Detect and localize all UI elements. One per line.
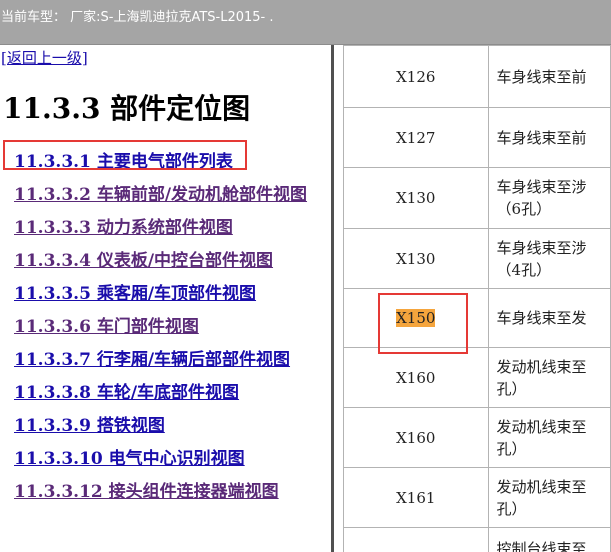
- annotation-box: [3, 140, 247, 170]
- connector-description: 车身线束至涉 （4孔）: [487, 228, 611, 289]
- toc-item: 11.3.3.7 行李厢/车辆后部部件视图: [14, 345, 307, 378]
- toc-list: 11.3.3.1 主要电气部件列表 11.3.3.2 车辆前部/发动机舱部件视图…: [14, 147, 307, 510]
- connector-code: X130: [343, 167, 489, 229]
- connector-code: X161: [343, 467, 489, 528]
- table-row: X130 车身线束至涉 （6孔）: [343, 167, 611, 229]
- toc-link-11-3-3-6[interactable]: 11.3.3.6 车门部件视图: [14, 317, 199, 337]
- connector-code: X160: [343, 407, 489, 468]
- toc-item: 11.3.3.8 车轮/车底部件视图: [14, 378, 307, 411]
- page-title: 11.3.3 部件定位图: [3, 92, 251, 125]
- connector-description: 车身线束至前: [487, 107, 611, 168]
- table-row: 控制台线束至: [343, 527, 611, 552]
- connector-code: X126: [343, 45, 489, 108]
- toc-item: 11.3.3.2 车辆前部/发动机舱部件视图: [14, 180, 307, 213]
- current-vehicle-label: 当前车型： 厂家:S-上海凯迪拉克ATS-L2015- .: [1, 10, 274, 25]
- connector-code: X160: [343, 347, 489, 408]
- toc-link-11-3-3-4[interactable]: 11.3.3.4 仪表板/中控台部件视图: [14, 251, 273, 271]
- toc-item: 11.3.3.4 仪表板/中控台部件视图: [14, 246, 307, 279]
- content-pane: X126 车身线束至前 X127 车身线束至前 X130 车身线束至涉 （6孔） …: [334, 45, 611, 552]
- toc-item: 11.3.3.10 电气中心识别视图: [14, 444, 307, 477]
- connector-code: X127: [343, 107, 489, 168]
- connector-description: 车身线束至前: [487, 45, 611, 108]
- connector-code: [343, 527, 489, 552]
- connector-description: 车身线束至涉 （6孔）: [487, 167, 611, 229]
- connector-description: 车身线束至发: [487, 288, 611, 348]
- toc-item: 11.3.3.6 车门部件视图: [14, 312, 307, 345]
- table-row: X160 发动机线束至 孔）: [343, 407, 611, 468]
- toc-link-11-3-3-8[interactable]: 11.3.3.8 车轮/车底部件视图: [14, 383, 239, 403]
- table-row: X161 发动机线束至 孔）: [343, 467, 611, 528]
- table-row: X130 车身线束至涉 （4孔）: [343, 228, 611, 289]
- connector-code: X130: [343, 228, 489, 289]
- connector-description: 发动机线束至 孔）: [487, 347, 611, 408]
- toc-item: 11.3.3.12 接头组件连接器端视图: [14, 477, 307, 510]
- toc-link-11-3-3-10[interactable]: 11.3.3.10 电气中心识别视图: [14, 449, 245, 469]
- navigation-pane: [返回上一级] 11.3.3 部件定位图 11.3.3.1 主要电气部件列表 1…: [0, 45, 331, 552]
- toc-item: 11.3.3.5 乘客厢/车顶部件视图: [14, 279, 307, 312]
- connector-description: 发动机线束至 孔）: [487, 467, 611, 528]
- toc-link-11-3-3-5[interactable]: 11.3.3.5 乘客厢/车顶部件视图: [14, 284, 256, 304]
- connector-description: 控制台线束至: [487, 527, 611, 552]
- table-row: X127 车身线束至前: [343, 107, 611, 168]
- toc-link-11-3-3-9[interactable]: 11.3.3.9 搭铁视图: [14, 416, 165, 436]
- toc-item: 11.3.3.9 搭铁视图: [14, 411, 307, 444]
- toc-link-11-3-3-12[interactable]: 11.3.3.12 接头组件连接器端视图: [14, 482, 279, 502]
- table-row: X160 发动机线束至 孔）: [343, 347, 611, 408]
- back-link[interactable]: [返回上一级]: [1, 47, 88, 68]
- toc-link-11-3-3-7[interactable]: 11.3.3.7 行李厢/车辆后部部件视图: [14, 350, 290, 370]
- toc-link-11-3-3-3[interactable]: 11.3.3.3 动力系统部件视图: [14, 218, 233, 238]
- annotation-box: [378, 293, 468, 354]
- toc-item: 11.3.3.3 动力系统部件视图: [14, 213, 307, 246]
- connector-description: 发动机线束至 孔）: [487, 407, 611, 468]
- title-bar: 当前车型： 厂家:S-上海凯迪拉克ATS-L2015- .: [0, 0, 611, 45]
- table-row: X126 车身线束至前: [343, 45, 611, 108]
- toc-link-11-3-3-2[interactable]: 11.3.3.2 车辆前部/发动机舱部件视图: [14, 185, 307, 205]
